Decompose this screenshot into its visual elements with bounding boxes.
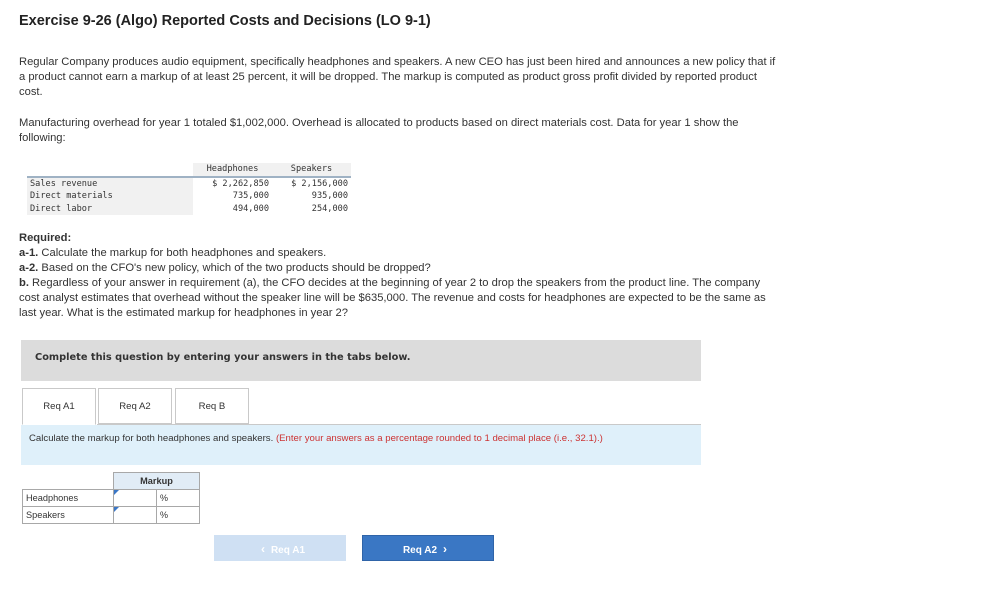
cell-speakers: 254,000 — [311, 203, 348, 214]
req-b-label: b. — [19, 277, 29, 289]
banner-text: Complete this question by entering your … — [35, 352, 411, 363]
headphones-markup-input[interactable] — [114, 491, 156, 505]
exercise-title: Exercise 9-26 (Algo) Reported Costs and … — [19, 13, 431, 29]
cell-speakers: $ 2,156,000 — [291, 178, 348, 189]
instructions-banner: Complete this question by entering your … — [21, 340, 701, 381]
instruction-text: Calculate the markup for both headphones… — [29, 433, 274, 444]
required-section: Required: a-1. Calculate the markup for … — [19, 231, 779, 321]
percent-unit: % — [156, 489, 200, 507]
row-label: Direct labor — [27, 202, 193, 215]
answer-table: Markup Headphones % Speakers % — [22, 472, 200, 524]
req-b-text: Regardless of your answer in requirement… — [19, 277, 766, 319]
row-label: Sales revenue — [27, 176, 193, 190]
tab-req-b[interactable]: Req B — [175, 388, 249, 424]
answer-row-headphones: Headphones % — [22, 489, 200, 507]
input-marker-icon — [114, 507, 119, 512]
cell-speakers: 935,000 — [311, 191, 348, 201]
column-header-speakers: Speakers — [272, 163, 351, 178]
speakers-markup-input[interactable] — [114, 508, 156, 522]
tab-req-a1[interactable]: Req A1 — [22, 388, 96, 425]
instruction-hint: (Enter your answers as a percentage roun… — [275, 433, 603, 444]
answer-label-headphones: Headphones — [22, 489, 114, 507]
chevron-left-icon: ‹ — [260, 542, 265, 556]
table-row: Sales revenue $ 2,262,850 $ 2,156,000 — [27, 176, 351, 190]
req-a1-text: Calculate the markup for both headphones… — [38, 247, 327, 259]
required-heading: Required: — [19, 232, 72, 244]
question-instruction: Calculate the markup for both headphones… — [21, 425, 701, 465]
overhead-paragraph: Manufacturing overhead for year 1 totale… — [19, 117, 739, 144]
next-button-label: Req A2 — [402, 545, 438, 556]
prev-tab-button[interactable]: ‹ Req A1 — [214, 535, 346, 561]
table-row: Direct labor 494,000 254,000 — [27, 202, 351, 215]
percent-unit: % — [156, 506, 200, 524]
cell-headphones: $ 2,262,850 — [212, 178, 269, 189]
req-a1-label: a-1. — [19, 247, 39, 259]
cell-headphones: 735,000 — [232, 191, 269, 201]
req-a2-text: Based on the CFO's new policy, which of … — [38, 262, 431, 274]
row-label: Direct materials — [27, 190, 193, 203]
table-row: Direct materials 735,000 935,000 — [27, 190, 351, 203]
cost-data-table: Headphones Speakers Sales revenue $ 2,26… — [27, 163, 351, 215]
chevron-right-icon: › — [443, 542, 448, 556]
answer-row-speakers: Speakers % — [22, 506, 200, 524]
prev-button-label: Req A1 — [270, 545, 306, 556]
req-a2-label: a-2. — [19, 262, 39, 274]
tab-req-a2[interactable]: Req A2 — [98, 388, 172, 424]
column-header-headphones: Headphones — [193, 163, 272, 178]
markup-header: Markup — [113, 472, 200, 490]
cell-headphones: 494,000 — [232, 203, 269, 214]
input-marker-icon — [114, 490, 119, 495]
answer-label-speakers: Speakers — [22, 506, 114, 524]
intro-paragraph: Regular Company produces audio equipment… — [19, 56, 776, 98]
next-tab-button[interactable]: Req A2 › — [362, 535, 494, 561]
